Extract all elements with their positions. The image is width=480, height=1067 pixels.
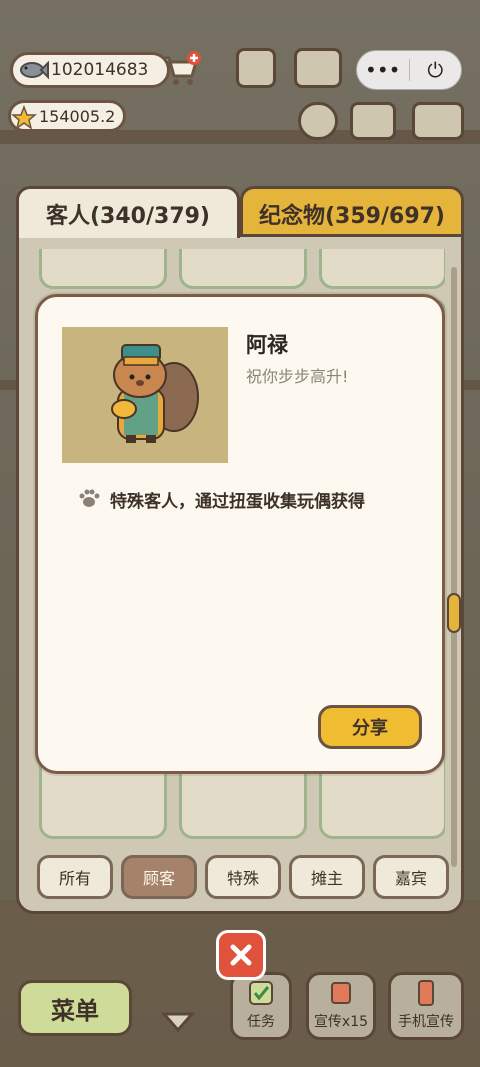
power-icon[interactable]: ⏻ <box>410 51 462 89</box>
more-options-button[interactable]: ••• <box>357 51 409 89</box>
guest-motto: 祝你步步高升! <box>246 367 349 386</box>
star-amount: 154005.2 <box>39 106 116 126</box>
phone-promo-label: 手机宣传 <box>398 1014 454 1030</box>
background-shelf <box>0 130 480 144</box>
tab-souvenirs[interactable]: 纪念物(359/697) <box>240 186 464 238</box>
fish-amount: 102014683 <box>51 60 149 80</box>
phone-icon <box>418 980 434 1006</box>
chevron-down-icon[interactable] <box>160 1010 196 1034</box>
guest-description: 特殊客人，通过扭蛋收集玩偶获得 <box>110 492 365 512</box>
book-icon[interactable] <box>294 48 342 88</box>
map-icon[interactable] <box>350 102 396 140</box>
flyer-icon <box>331 982 351 1004</box>
scrollbar[interactable] <box>447 267 461 867</box>
guest-card[interactable] <box>319 249 445 289</box>
filter-customers[interactable]: 顾客 <box>121 855 197 899</box>
promo-label: 宣传x15 <box>313 1014 369 1030</box>
star-icon <box>11 105 37 130</box>
fish-icon <box>20 60 49 80</box>
guest-portrait <box>62 327 228 463</box>
filter-all[interactable]: 所有 <box>37 855 113 899</box>
shop-cart-icon[interactable] <box>160 50 202 88</box>
filter-guests[interactable]: 嘉宾 <box>373 855 449 899</box>
paw-icon <box>79 489 100 507</box>
scrollbar-thumb[interactable] <box>447 593 461 633</box>
tasks-label: 任务 <box>247 1014 275 1030</box>
phone-promo-button[interactable]: 手机宣传 <box>388 972 464 1040</box>
gear-icon[interactable] <box>298 102 338 140</box>
tasks-button[interactable]: 任务 <box>230 972 292 1040</box>
miniprogram-capsule: ••• ⏻ <box>356 50 462 90</box>
guest-detail-dialog: 阿禄 祝你步步高升! 特殊客人，通过扭蛋收集玩偶获得 分享 <box>35 294 445 774</box>
tab-guests[interactable]: 客人(340/379) <box>16 186 240 238</box>
list-sort-icon[interactable] <box>412 102 464 140</box>
share-button[interactable]: 分享 <box>318 705 422 749</box>
guest-name: 阿禄 <box>246 333 288 357</box>
promo-button[interactable]: 宣传x15 <box>306 972 376 1040</box>
squirrel-character-image <box>111 344 199 443</box>
guest-card[interactable] <box>179 249 307 289</box>
close-button[interactable] <box>216 930 266 980</box>
filter-tabs: 所有 顾客 特殊 摊主 嘉宾 <box>37 855 449 899</box>
close-icon <box>230 944 252 966</box>
guest-card[interactable] <box>39 249 167 289</box>
star-currency: 154005.2 <box>8 100 126 132</box>
menu-button[interactable]: 菜单 <box>18 980 132 1036</box>
checkmark-icon <box>249 981 273 1005</box>
fish-currency: 102014683 <box>10 52 170 88</box>
notebook-icon[interactable] <box>236 48 276 88</box>
filter-special[interactable]: 特殊 <box>205 855 281 899</box>
filter-vendors[interactable]: 摊主 <box>289 855 365 899</box>
